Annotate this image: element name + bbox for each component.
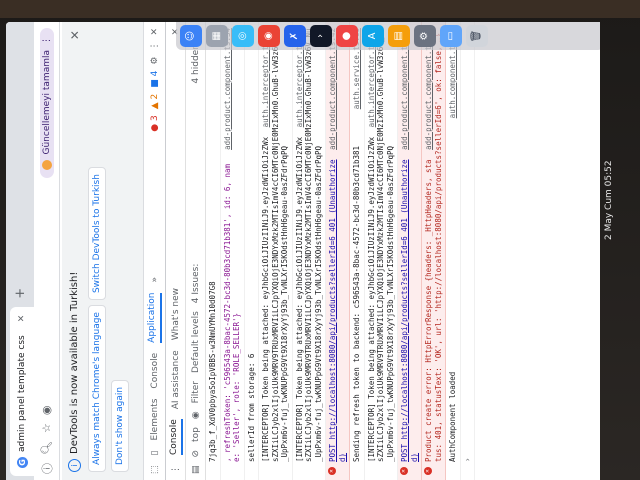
console-output: 7jq3b_f_XdV0pbyaSoIpVBBS-w3NmUYMn10d07G8… [206, 22, 600, 480]
entry-text: 7jq3b_f_XdV0pbyaSoIpVBBS-w3NmUYMn10d07G8 [208, 281, 217, 462]
entry-text: sellerId from storage: 6 [246, 353, 256, 462]
update-button[interactable]: Güncellemeyi tamamla ⋮ [39, 28, 54, 178]
console-filter-bar: ▤ ⊘ top ◉ Filter Default levels 4 Issues… [186, 22, 206, 480]
app-store-icon[interactable]: A [362, 25, 384, 47]
background-desk [0, 0, 640, 18]
launchpad-icon[interactable]: ▦ [206, 25, 228, 47]
browser-tab[interactable]: G admin panel template css ✕ [10, 306, 34, 476]
browser-toolbar: ⓘ 🔍︎ ☆ ◉ Güncellemeyi tamamla ⋮ [34, 22, 60, 480]
info-icon[interactable]: ⓘ [39, 463, 55, 474]
console-entry: auth.interceptor.ts:19 [INTERCEPTOR] Tok… [292, 22, 326, 480]
drawer-tabs: ⋮ Console AI assistance What's new ✕ [166, 22, 186, 480]
devtools-tabs: ⬚ ▯ Elements Console Application » ● 3 ▲… [144, 22, 166, 480]
entry-text: Sending refresh token to backend: c59654… [352, 145, 361, 462]
console-entry: 7jq3b_f_XdV0pbyaSoIpVBBS-w3NmUYMn10d07G8 [206, 22, 221, 480]
warning-count-badge[interactable]: ▲ 2 [150, 94, 160, 110]
more-tabs-button[interactable]: » [150, 277, 160, 283]
select-element-icon[interactable]: ⬚ [150, 465, 160, 474]
console-entry: auth.service.ts:69 Sending refresh token… [350, 22, 365, 480]
switch-to-turkish-button[interactable]: Switch DevTools to Turkish [88, 167, 106, 301]
error-count: 3 [149, 115, 160, 121]
error-icon: ✕ [328, 467, 336, 475]
infobar-message: DevTools is now available in Turkish! [69, 271, 80, 454]
devtools-language-infobar: i DevTools is now available in Turkish! … [62, 22, 144, 480]
folder-icon[interactable]: ▭ [440, 25, 462, 47]
context-selector[interactable]: top [191, 427, 201, 442]
entry-text: AuthComponent loaded [448, 371, 457, 462]
drawer-tab-ai-assistance[interactable]: AI assistance [171, 350, 181, 409]
screen: G admin panel template css ✕ + ⓘ 🔍︎ ☆ ◉ … [6, 22, 600, 480]
more-options-icon[interactable]: ⋮ [150, 42, 160, 51]
sidebar-toggle-icon[interactable]: ▤ [191, 465, 201, 474]
extensions-icon[interactable]: ◉ [40, 406, 53, 416]
menubar-clock: 2 May Cum 05:52 [604, 160, 614, 240]
info-circle-icon: i [68, 459, 81, 472]
clear-console-icon[interactable]: ⊘ [191, 450, 201, 458]
entry-text[interactable]: POST http://localhost:8080/api/products?… [400, 159, 419, 462]
filter-input[interactable]: Filter [191, 381, 201, 403]
update-button-label: Güncellemeyi tamamla [41, 50, 52, 155]
drawer-tab-whats-new[interactable]: What's new [171, 288, 181, 340]
rotated-browser-window: G admin panel template css ✕ + ⓘ 🔍︎ ☆ ◉ … [6, 22, 600, 480]
vpn-icon[interactable]: ● [336, 25, 358, 47]
finder-icon[interactable]: ☺ [180, 25, 202, 47]
eye-icon[interactable]: ◉ [191, 411, 201, 419]
close-devtools-icon[interactable]: ✕ [150, 28, 160, 36]
notes-icon[interactable]: ▤ [388, 25, 410, 47]
error-count-badge[interactable]: ● 3 [150, 115, 160, 131]
drawer-menu-icon[interactable]: ⋮ [171, 465, 181, 474]
console-entry: auth.component.ts:12 AuthComponent loade… [446, 22, 461, 480]
console-entry: add-product.component.ts:34 , refreshTok… [220, 22, 245, 480]
error-icon: ✕ [400, 467, 408, 475]
close-infobar-icon[interactable]: ✕ [68, 30, 82, 40]
console-error-entry: ✕ add-product.component.ts:47 Product cr… [422, 22, 446, 480]
kebab-menu-icon[interactable]: ⋮ [42, 36, 52, 45]
zoom-icon[interactable]: 🔍︎ [40, 441, 53, 455]
console-prompt[interactable]: › [460, 22, 475, 480]
entry-text: , refreshToken: 'c596543a-8bac-4572-bc3d… [222, 163, 242, 462]
safari-icon[interactable]: ◎ [232, 25, 254, 47]
issues-label[interactable]: 4 Issues: [191, 264, 201, 304]
gear-icon[interactable]: ⚙ [150, 57, 160, 65]
terminal-icon[interactable]: › [310, 25, 332, 47]
close-tab-icon[interactable]: ✕ [17, 315, 27, 323]
browser-tab-strip: G admin panel template css ✕ + [6, 22, 34, 480]
drawer-tab-console[interactable]: Console [168, 419, 183, 455]
google-icon: G [16, 457, 28, 468]
console-entry: auth.interceptor.ts:19 [INTERCEPTOR] Tok… [259, 22, 293, 480]
levels-dropdown[interactable]: Default levels [191, 311, 201, 373]
bookmark-star-icon[interactable]: ☆ [40, 423, 53, 433]
console-entry: sellerId from storage: 6 [244, 22, 259, 480]
trash-icon[interactable]: 🗑︎ [466, 25, 488, 47]
tab-elements[interactable]: Elements [150, 399, 160, 441]
tab-application[interactable]: Application [147, 292, 162, 343]
info-count-badge[interactable]: ■ 4 [150, 71, 160, 88]
console-error-entry: ✕ add-product.component.ts:42 POST http:… [326, 22, 350, 480]
error-icon: ✕ [424, 467, 432, 475]
tab-title: admin panel template css [17, 335, 27, 452]
dont-show-again-button[interactable]: Don't show again [111, 379, 129, 472]
prompt-chevron-icon: › [462, 457, 472, 462]
tab-console[interactable]: Console [150, 353, 160, 389]
device-toolbar-icon[interactable]: ▯ [150, 451, 160, 456]
user-avatar-icon [41, 159, 52, 170]
entry-text[interactable]: POST http://localhost:8080/api/products?… [328, 159, 347, 462]
always-match-language-button[interactable]: Always match Chrome's language [88, 305, 106, 472]
warning-count: 2 [149, 93, 160, 100]
console-error-entry: ✕ add-product.component.ts:42 POST http:… [398, 22, 422, 480]
macos-dock: ☺ ▦ ◎ ◉ ✗ › ● A ▤ ⚙ ▭ 🗑︎ [176, 22, 600, 50]
new-tab-button[interactable]: + [13, 288, 28, 299]
console-entry: auth.interceptor.ts:19 [INTERCEPTOR] Tok… [364, 22, 398, 480]
xcode-icon[interactable]: ✗ [284, 25, 306, 47]
chrome-icon[interactable]: ◉ [258, 25, 280, 47]
settings-icon[interactable]: ⚙ [414, 25, 436, 47]
info-count: 4 [149, 70, 160, 77]
